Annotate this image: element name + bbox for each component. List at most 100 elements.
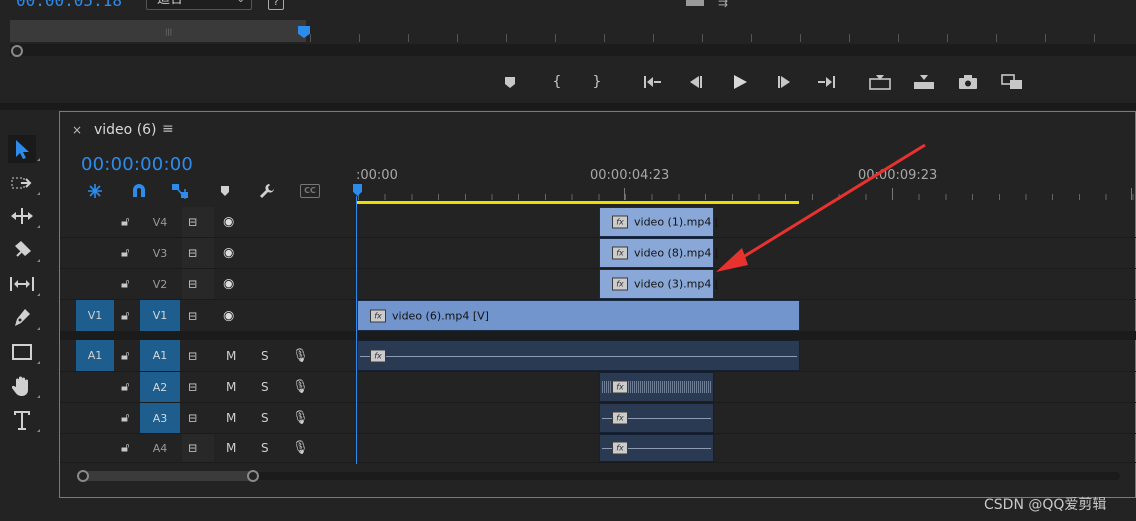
razor-icon[interactable] — [8, 236, 36, 264]
clip-audio-a1[interactable]: fx — [357, 340, 800, 371]
lock-icon[interactable]: 🔓︎ — [121, 411, 129, 426]
pen-icon[interactable] — [8, 304, 36, 332]
source-patch[interactable] — [76, 434, 114, 462]
snap-icon[interactable] — [128, 182, 150, 200]
step-forward-icon[interactable] — [771, 70, 797, 94]
work-area-bar[interactable] — [357, 201, 799, 204]
fx-toggle-icon[interactable]: ⇶ — [718, 0, 728, 8]
sequence-tab-title[interactable]: video (6) — [94, 122, 157, 138]
add-marker-icon[interactable] — [214, 182, 236, 200]
film-strip-icon[interactable] — [686, 0, 704, 6]
sync-lock-icon[interactable]: ⊟ — [188, 247, 197, 260]
lock-icon[interactable]: 🔓︎ — [121, 246, 129, 261]
solo-button[interactable]: S — [261, 380, 269, 394]
eye-icon[interactable]: ◉ — [223, 277, 234, 292]
microphone-icon[interactable]: 🎙︎ — [292, 441, 309, 456]
lock-icon[interactable]: 🔓︎ — [121, 380, 129, 395]
time-ruler[interactable]: :00:00 00:00:04:23 00:00:09:23 — [356, 166, 1136, 204]
lock-icon[interactable]: 🔓︎ — [121, 348, 129, 363]
ripple-edit-icon[interactable] — [8, 202, 36, 230]
settings-icon[interactable]: ? — [268, 0, 284, 10]
clip-audio-a4[interactable]: fx — [599, 434, 714, 462]
clip-video-v3[interactable]: fx video (8).mp4 [ — [599, 238, 719, 268]
track-target[interactable]: V2 — [140, 269, 180, 299]
captions-icon[interactable]: CC — [298, 182, 322, 200]
clip-video-v2[interactable]: fx video (3).mp4 [ — [599, 269, 719, 299]
eye-icon[interactable]: ◉ — [223, 246, 234, 261]
sequence-timecode[interactable]: 00:00:00:00 — [81, 154, 193, 175]
microphone-icon[interactable]: 🎙︎ — [292, 380, 309, 395]
solo-button[interactable]: S — [261, 441, 269, 455]
program-timecode[interactable]: 00:00:05:18 — [16, 0, 122, 10]
source-patch[interactable] — [76, 372, 114, 402]
sync-lock-icon[interactable]: ⊟ — [188, 278, 197, 291]
mute-button[interactable]: M — [226, 411, 236, 425]
play-icon[interactable] — [727, 70, 753, 94]
track-target[interactable]: A2 — [140, 372, 180, 402]
track-target[interactable]: A3 — [140, 403, 180, 433]
mark-in-icon[interactable]: { — [544, 70, 570, 94]
fit-select[interactable]: 适合 ⌄ — [146, 0, 252, 10]
monitor-scroll-handle[interactable] — [11, 45, 23, 57]
sync-lock-icon[interactable]: ⊟ — [188, 309, 197, 322]
insert-icon[interactable] — [867, 70, 893, 94]
track-target[interactable]: V4 — [140, 207, 180, 237]
source-patch[interactable] — [76, 207, 114, 237]
monitor-scrollbar[interactable] — [10, 44, 1136, 56]
close-icon[interactable]: × — [72, 123, 82, 137]
wrench-icon[interactable] — [256, 182, 278, 200]
panel-divider[interactable] — [0, 103, 1136, 110]
source-patch[interactable]: V1 — [76, 300, 114, 331]
go-to-out-icon[interactable] — [813, 70, 839, 94]
source-patch[interactable] — [76, 238, 114, 268]
sync-lock-icon[interactable]: ⊟ — [188, 381, 197, 394]
lock-icon[interactable]: 🔓︎ — [121, 277, 129, 292]
scroll-handle-right[interactable] — [247, 470, 259, 482]
mute-button[interactable]: M — [226, 441, 236, 455]
type-icon[interactable] — [8, 406, 36, 434]
sync-lock-icon[interactable]: ⊟ — [188, 349, 197, 362]
lock-icon[interactable]: 🔓︎ — [121, 308, 129, 323]
mark-out-icon[interactable]: } — [584, 70, 610, 94]
solo-button[interactable]: S — [261, 349, 269, 363]
clip-video-v1[interactable]: fx video (6).mp4 [V] — [357, 300, 800, 331]
add-marker-icon[interactable] — [497, 70, 523, 94]
track-target[interactable]: A1 — [140, 340, 180, 371]
track-target[interactable]: V3 — [140, 238, 180, 268]
sync-lock-icon[interactable]: ⊟ — [188, 412, 197, 425]
mute-button[interactable]: M — [226, 380, 236, 394]
track-target[interactable]: A4 — [140, 434, 180, 462]
button-editor-icon[interactable] — [999, 70, 1025, 94]
video-audio-divider[interactable] — [60, 332, 1136, 340]
rectangle-icon[interactable] — [8, 338, 36, 366]
timeline-horizontal-scrollbar[interactable] — [77, 469, 1120, 483]
track-select-forward-icon[interactable] — [8, 169, 36, 197]
nest-toggle-icon[interactable] — [84, 182, 106, 200]
microphone-icon[interactable]: 🎙︎ — [292, 348, 309, 363]
sync-lock-icon[interactable]: ⊟ — [188, 216, 197, 229]
camera-icon[interactable] — [955, 70, 981, 94]
overwrite-icon[interactable] — [911, 70, 937, 94]
hand-icon[interactable] — [8, 372, 36, 400]
source-patch[interactable] — [76, 403, 114, 433]
sync-lock-icon[interactable]: ⊟ — [188, 442, 197, 455]
slip-icon[interactable] — [8, 270, 36, 298]
linked-selection-icon[interactable] — [169, 182, 191, 200]
source-patch[interactable]: A1 — [76, 340, 114, 371]
step-back-icon[interactable] — [683, 70, 709, 94]
scroll-handle-left[interactable] — [77, 470, 89, 482]
go-to-in-icon[interactable] — [640, 70, 666, 94]
selection-tool-icon[interactable] — [8, 135, 36, 163]
monitor-zoom-bar[interactable]: ||| — [10, 20, 306, 42]
mute-button[interactable]: M — [226, 349, 236, 363]
eye-icon[interactable]: ◉ — [223, 215, 234, 230]
solo-button[interactable]: S — [261, 411, 269, 425]
lock-icon[interactable]: 🔓︎ — [121, 215, 129, 230]
scrollbar-thumb[interactable] — [80, 471, 256, 481]
microphone-icon[interactable]: 🎙︎ — [292, 411, 309, 426]
eye-icon[interactable]: ◉ — [223, 308, 234, 323]
lock-icon[interactable]: 🔓︎ — [121, 441, 129, 456]
track-target[interactable]: V1 — [140, 300, 180, 331]
clip-audio-a2[interactable]: fx — [599, 372, 714, 402]
panel-menu-icon[interactable]: ≡ — [162, 121, 174, 137]
